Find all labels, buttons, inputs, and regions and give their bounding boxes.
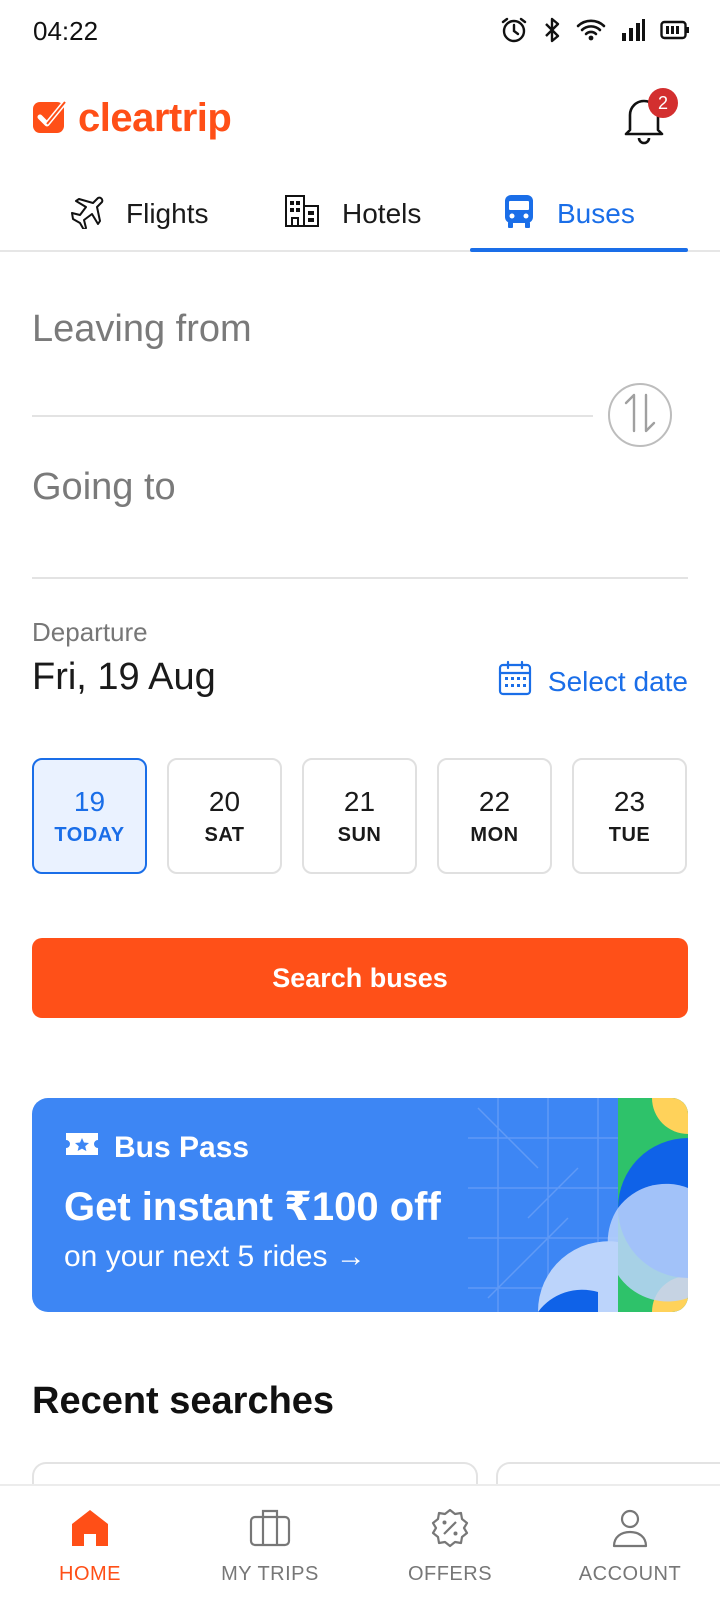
nav-account[interactable]: ACCOUNT xyxy=(540,1486,720,1600)
ticket-star-icon xyxy=(64,1130,100,1166)
date-chips: 19 TODAY 20 SAT 21 SUN 22 MON 23 TUE xyxy=(32,758,687,874)
swap-locations-button[interactable] xyxy=(608,383,672,447)
signal-icon xyxy=(620,18,646,42)
offer-badge-icon xyxy=(429,1508,471,1553)
battery-icon xyxy=(660,19,690,41)
suitcase-icon xyxy=(249,1508,291,1553)
nav-my-trips-label: MY TRIPS xyxy=(221,1563,319,1585)
cleartrip-logo[interactable]: cleartrip xyxy=(32,96,232,141)
select-date-button[interactable]: Select date xyxy=(498,660,688,703)
date-chip[interactable]: 22 MON xyxy=(437,758,552,874)
leaving-from-field[interactable]: Leaving from xyxy=(32,308,252,351)
date-chip-day: 19 xyxy=(73,785,106,817)
calendar-icon xyxy=(498,660,532,703)
date-chip-label: MON xyxy=(470,823,519,846)
select-date-label: Select date xyxy=(547,665,688,697)
date-chip[interactable]: 19 TODAY xyxy=(32,758,147,874)
logo-text: cleartrip xyxy=(78,96,232,140)
tab-flights-label: Flights xyxy=(126,198,209,229)
date-chip[interactable]: 20 SAT xyxy=(167,758,282,874)
recent-searches-title: Recent searches xyxy=(32,1380,335,1422)
bluetooth-icon xyxy=(542,16,562,44)
date-chip-day: 21 xyxy=(343,785,376,817)
nav-home[interactable]: HOME xyxy=(0,1486,180,1600)
date-chip-label: TUE xyxy=(608,823,651,846)
bell-icon xyxy=(620,99,668,150)
travel-tabs: Flights Hotels Buses xyxy=(0,176,720,252)
date-chip-label: TODAY xyxy=(54,823,125,846)
app-header: cleartrip 2 xyxy=(0,80,720,160)
promo-pattern-art xyxy=(468,1098,688,1312)
tab-hotels[interactable]: Hotels xyxy=(284,176,421,252)
nav-offers-label: OFFERS xyxy=(407,1563,493,1585)
alarm-icon xyxy=(500,16,528,44)
search-buses-button[interactable]: Search buses xyxy=(32,938,688,1018)
user-icon xyxy=(609,1508,651,1553)
nav-offers[interactable]: OFFERS xyxy=(360,1486,540,1600)
wifi-icon xyxy=(576,17,606,43)
departure-label: Departure xyxy=(32,617,148,647)
active-tab-indicator xyxy=(470,248,688,252)
date-chip[interactable]: 21 SUN xyxy=(302,758,417,874)
building-icon xyxy=(284,193,320,236)
nav-account-label: ACCOUNT xyxy=(578,1563,682,1585)
date-chip-label: SUN xyxy=(337,823,382,846)
bus-icon xyxy=(503,193,535,236)
promo-title-text: Bus Pass xyxy=(114,1131,250,1164)
divider xyxy=(32,577,688,579)
divider xyxy=(32,415,593,417)
date-chip-day: 22 xyxy=(478,785,511,817)
promo-title: Bus Pass xyxy=(64,1130,249,1166)
nav-home-label: HOME xyxy=(59,1563,121,1585)
status-icons xyxy=(500,16,690,44)
date-chip-day: 23 xyxy=(613,785,646,817)
notification-badge: 2 xyxy=(648,88,678,118)
tab-buses[interactable]: Buses xyxy=(503,176,635,252)
logo-check-icon xyxy=(32,98,68,139)
departure-date[interactable]: Fri, 19 Aug xyxy=(32,656,216,699)
tab-flights[interactable]: Flights xyxy=(68,176,208,252)
airplane-icon xyxy=(68,193,104,236)
nav-my-trips[interactable]: MY TRIPS xyxy=(180,1486,360,1600)
tab-hotels-label: Hotels xyxy=(342,198,422,229)
tab-buses-label: Buses xyxy=(557,198,635,229)
date-chip[interactable]: 23 TUE xyxy=(572,758,687,874)
date-chip-day: 20 xyxy=(208,785,241,817)
swap-arrows-icon xyxy=(620,391,660,440)
bottom-nav: HOME MY TRIPS OFFERS ACCOUNT xyxy=(0,1484,720,1600)
notifications-button[interactable]: 2 xyxy=(620,88,678,150)
going-to-field[interactable]: Going to xyxy=(32,466,176,509)
date-chip-label: SAT xyxy=(204,823,245,846)
status-bar: 04:22 xyxy=(0,0,720,64)
promo-subtext: on your next 5 rides → xyxy=(64,1240,366,1273)
status-time: 04:22 xyxy=(33,16,99,46)
promo-headline: Get instant ₹100 off xyxy=(64,1185,441,1229)
home-icon xyxy=(69,1508,111,1553)
bus-pass-banner[interactable]: Bus Pass Get instant ₹100 off on your ne… xyxy=(32,1098,688,1312)
